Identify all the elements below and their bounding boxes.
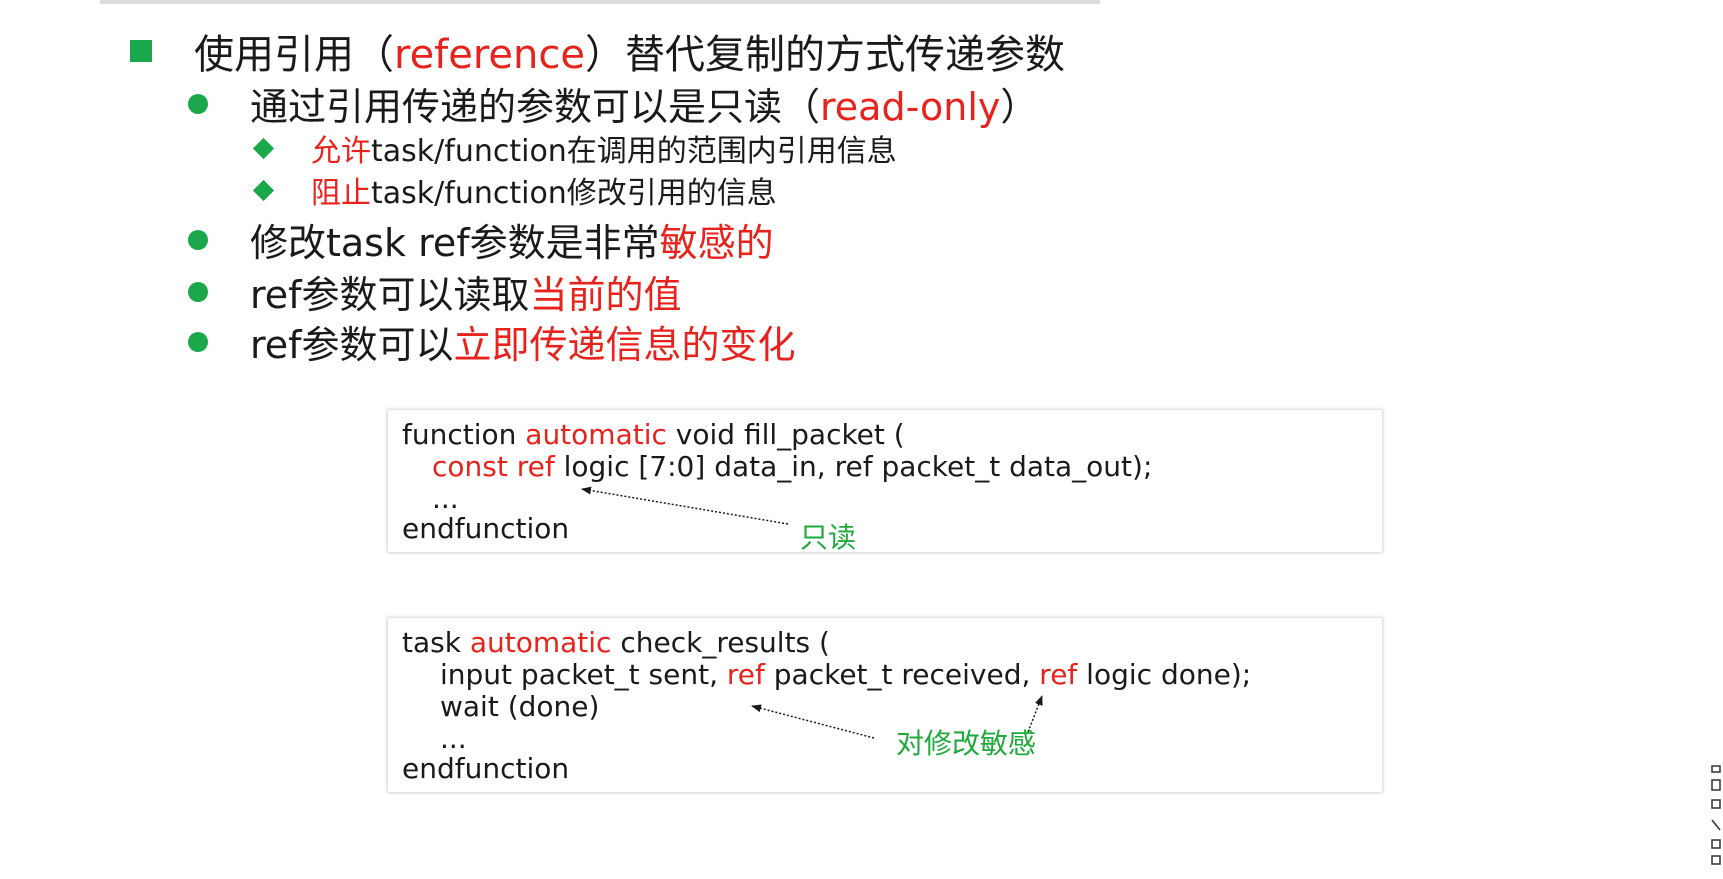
arrow-wait-done: [751, 704, 875, 739]
arrow-ref-done: [1027, 695, 1043, 733]
slide: 使用引用（reference）替代复制的方式传递参数 通过引用传递的参数可以是只…: [0, 0, 1723, 879]
arrow-read-only: [581, 486, 789, 525]
edge-decoration: [1711, 765, 1721, 865]
annotation-arrows: [581, 486, 1043, 739]
